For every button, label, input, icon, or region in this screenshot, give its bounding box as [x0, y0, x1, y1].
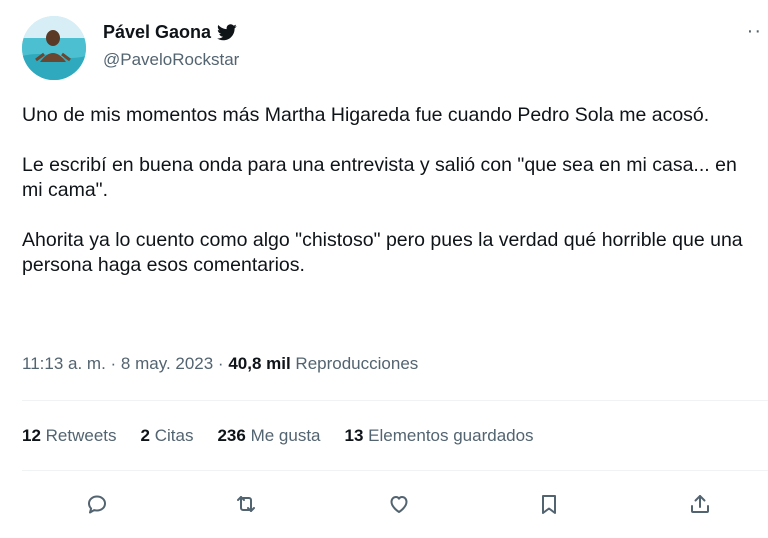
action-bar [22, 484, 768, 524]
divider [22, 470, 768, 471]
retweets-count: 12 [22, 426, 41, 445]
views-label: Reproducciones [295, 354, 419, 373]
likes-label: Me gusta [250, 426, 321, 445]
retweets-stat[interactable]: 12 Retweets [22, 426, 117, 446]
author-handle[interactable]: @PaveloRockstar [103, 50, 239, 70]
quotes-count: 2 [140, 426, 150, 445]
tweet-date[interactable]: 8 may. 2023 [121, 354, 213, 373]
quotes-stat[interactable]: 2 Citas [141, 426, 194, 446]
avatar[interactable] [22, 16, 86, 80]
bookmarks-label: Elementos guardados [368, 426, 534, 445]
divider [22, 400, 768, 401]
bookmark-icon[interactable] [529, 484, 569, 524]
more-options-icon[interactable]: ·· [747, 20, 762, 43]
likes-count: 236 [217, 426, 246, 445]
bookmarks-stat[interactable]: 13 Elementos guardados [345, 426, 534, 446]
meta-separator: · [105, 354, 121, 373]
tweet-paragraph: Ahorita ya lo cuento como algo "chistoso… [22, 229, 743, 276]
quotes-label: Citas [154, 426, 194, 445]
tweet-card: Pável Gaona @PaveloRockstar ·· Uno de mi… [0, 0, 768, 538]
profile-photo [22, 16, 86, 80]
share-icon[interactable] [680, 484, 720, 524]
bookmarks-count: 13 [344, 426, 364, 445]
tweet-meta: 11:13 a. m. · 8 may. 2023 · 40,8 mil Rep… [22, 354, 418, 374]
retweets-label: Retweets [45, 426, 117, 445]
display-name[interactable]: Pável Gaona [103, 22, 211, 43]
tweet-stats: 12 Retweets 2 Citas 236 Me gusta 13 Elem… [22, 426, 534, 446]
retweet-icon[interactable] [226, 484, 266, 524]
twitter-bird-icon [217, 24, 237, 41]
tweet-paragraph: Le escribí en buena onda para una entrev… [22, 154, 737, 201]
reply-icon[interactable] [77, 484, 117, 524]
tweet-time[interactable]: 11:13 a. m. [22, 354, 106, 373]
author-name-row: Pável Gaona [103, 22, 237, 43]
views-count: 40,8 mil [228, 354, 291, 373]
like-icon[interactable] [379, 484, 419, 524]
tweet-paragraph: Uno de mis momentos más Martha Higareda … [22, 104, 710, 126]
tweet-text: Uno de mis momentos más Martha Higareda … [22, 103, 762, 303]
meta-separator: · [213, 354, 229, 373]
likes-stat[interactable]: 236 Me gusta [217, 426, 320, 446]
